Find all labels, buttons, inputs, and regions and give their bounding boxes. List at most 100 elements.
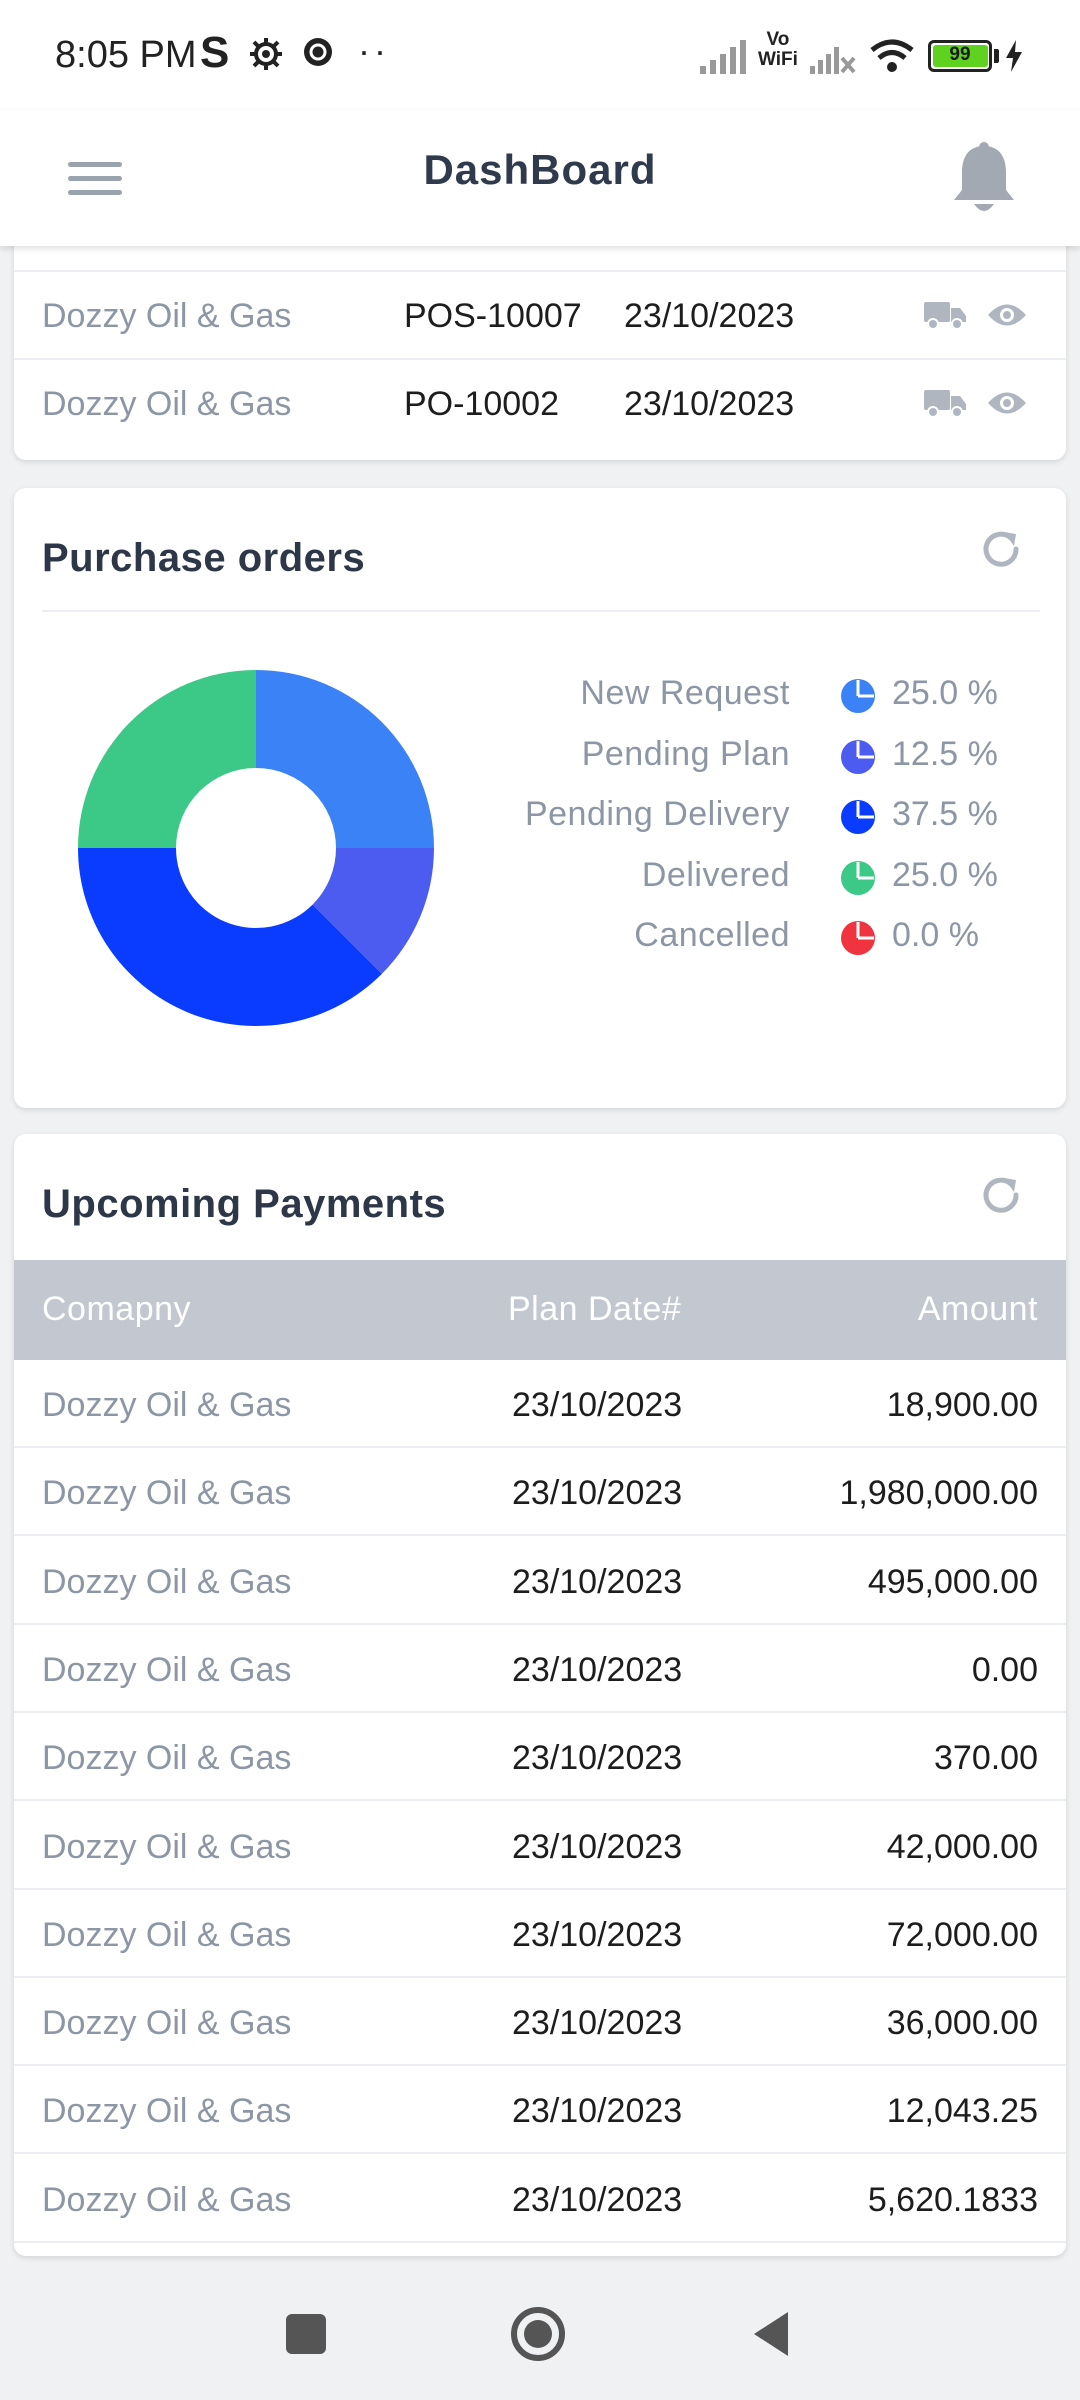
truck-icon[interactable]	[924, 388, 966, 418]
payment-amount: 18,900.00	[886, 1386, 1038, 1424]
column-header-plan-date[interactable]: Plan Date#	[508, 1290, 681, 1329]
payment-amount: 0.00	[971, 1650, 1038, 1689]
payment-plan-date: 23/10/2023	[512, 1650, 683, 1689]
truck-icon[interactable]	[924, 300, 966, 330]
table-header: Comapny Plan Date# Amount	[14, 1260, 1066, 1360]
payment-plan-date: 23/10/2023	[512, 1827, 683, 1866]
donut-slice-delivered[interactable]	[78, 670, 256, 848]
eye-icon[interactable]	[986, 300, 1028, 330]
legend-percent: 25.0 %	[892, 855, 998, 894]
payment-plan-date: 23/10/2023	[512, 2004, 683, 2043]
order-date: 23/10/2023	[624, 297, 795, 335]
purchase-orders-title: Purchase orders	[42, 536, 366, 580]
back-triangle-icon[interactable]	[742, 2304, 802, 2364]
vowifi-label-bottom: WiFi	[758, 49, 798, 70]
payment-company: Dozzy Oil & Gas	[42, 2092, 292, 2131]
payment-company: Dozzy Oil & Gas	[42, 1562, 292, 1601]
table-row[interactable]: Dozzy Oil & Gas 23/10/2023 42,000.00	[14, 1802, 1066, 1890]
more-notifications-dots: ··	[358, 30, 390, 71]
column-header-company[interactable]: Comapny	[42, 1290, 191, 1329]
table-row[interactable]: Dozzy Oil & Gas 23/10/2023 72,000.00	[14, 1890, 1066, 1978]
legend-label: Delivered	[641, 855, 790, 894]
payment-amount: 1,980,000.00	[839, 1474, 1038, 1513]
payment-company: Dozzy Oil & Gas	[42, 2004, 292, 2043]
battery-indicator: 99	[928, 40, 992, 72]
payment-plan-date: 23/10/2023	[512, 2180, 683, 2219]
eye-icon[interactable]	[986, 388, 1028, 418]
payment-company: Dozzy Oil & Gas	[42, 1827, 292, 1866]
table-row[interactable]: Dozzy Oil & Gas 23/10/2023 12,043.25	[14, 2066, 1066, 2155]
settings-gear-icon	[250, 38, 282, 70]
legend-label: Cancelled	[634, 916, 790, 954]
upcoming-payments-card: Upcoming Payments Comapny Plan Date# Amo…	[14, 1134, 1066, 2256]
charging-bolt-icon	[1006, 40, 1022, 72]
table-row[interactable]: Dozzy Oil & Gas 23/10/2023 18,900.00	[14, 1360, 1066, 1448]
s-app-icon: S	[200, 28, 230, 77]
status-bar: 8:05 PM S ·· Vo WiFi 99	[0, 0, 1080, 110]
legend-item: Pending Plan 12.5 %	[394, 731, 1014, 781]
payment-amount: 495,000.00	[867, 1562, 1038, 1601]
payment-company: Dozzy Oil & Gas	[42, 2180, 292, 2219]
signal-no-service-icon	[810, 47, 856, 74]
payment-company: Dozzy Oil & Gas	[42, 1650, 292, 1689]
payment-amount: 42,000.00	[886, 1827, 1038, 1866]
table-row[interactable]: Dozzy Oil & Gas 23/10/2023 1,980,000.00	[14, 1448, 1066, 1537]
column-header-amount[interactable]: Amount	[918, 1290, 1038, 1329]
order-number: PO-10002	[404, 385, 559, 423]
recents-square-icon[interactable]	[276, 2304, 336, 2364]
legend-item: Delivered 25.0 %	[394, 852, 1014, 902]
legend-label: Pending Plan	[581, 734, 790, 773]
table-row[interactable]: Dozzy Oil & Gas 23/10/2023 370.00	[14, 1713, 1066, 1802]
pie-chart-icon	[841, 860, 875, 895]
pie-chart-icon	[841, 921, 875, 955]
payment-company: Dozzy Oil & Gas	[42, 1915, 292, 1954]
table-row[interactable]: Dozzy Oil & Gas 23/10/2023 495,000.00	[14, 1537, 1066, 1625]
status-time: 8:05 PM	[55, 34, 197, 76]
table-row[interactable]: Dozzy Oil & Gas 23/10/2023 5,620.1833	[14, 2155, 1066, 2243]
order-number: POS-10007	[404, 297, 582, 335]
payment-plan-date: 23/10/2023	[512, 2092, 683, 2131]
payment-company: Dozzy Oil & Gas	[42, 1386, 292, 1424]
payment-plan-date: 23/10/2023	[512, 1386, 683, 1424]
payment-amount: 36,000.00	[886, 2004, 1038, 2043]
bell-icon[interactable]	[946, 138, 1022, 220]
cellular-signal-icon	[700, 40, 746, 74]
legend-item: New Request 25.0 %	[394, 670, 1014, 720]
payment-plan-date: 23/10/2023	[512, 1474, 683, 1513]
pie-chart-icon	[841, 739, 875, 774]
refresh-icon[interactable]	[976, 524, 1026, 574]
payment-plan-date: 23/10/2023	[512, 1562, 683, 1601]
upcoming-payments-title: Upcoming Payments	[42, 1182, 447, 1226]
pie-chart-icon	[841, 800, 875, 834]
vowifi-label: Vo WiFi	[758, 30, 798, 70]
payment-company: Dozzy Oil & Gas	[42, 1474, 292, 1513]
home-circle-icon[interactable]	[508, 2304, 568, 2364]
legend-percent: 25.0 %	[892, 674, 998, 712]
refresh-icon[interactable]	[976, 1170, 1026, 1220]
payment-amount: 72,000.00	[886, 1915, 1038, 1954]
pie-chart-icon	[841, 679, 875, 713]
system-navigation-bar	[0, 2268, 1080, 2400]
page-title: DashBoard	[423, 146, 657, 193]
legend-item: Cancelled 0.0 %	[394, 912, 1014, 962]
app-header: DashBoard	[0, 110, 1080, 246]
order-date: 23/10/2023	[624, 385, 795, 423]
order-row[interactable]: Dozzy Oil & Gas PO-10002 23/10/2023	[14, 358, 1066, 446]
order-company: Dozzy Oil & Gas	[42, 297, 292, 335]
order-row[interactable]: Dozzy Oil & Gas POS-10007 23/10/2023	[14, 270, 1066, 358]
purchase-orders-donut-chart	[78, 670, 434, 1027]
table-row[interactable]: Dozzy Oil & Gas 23/10/2023 36,000.00	[14, 1978, 1066, 2067]
payment-amount: 370.00	[934, 1739, 1038, 1778]
table-row[interactable]: Dozzy Oil & Gas 23/10/2023 0.00	[14, 1625, 1066, 1713]
card-divider	[42, 610, 1040, 612]
legend-percent: 37.5 %	[892, 795, 998, 833]
app-circle-icon	[304, 38, 332, 66]
order-company: Dozzy Oil & Gas	[42, 385, 292, 423]
payment-company: Dozzy Oil & Gas	[42, 1739, 292, 1778]
battery-cap	[994, 49, 999, 63]
payment-plan-date: 23/10/2023	[512, 1915, 683, 1954]
legend-percent: 0.0 %	[892, 916, 979, 954]
legend-percent: 12.5 %	[892, 734, 998, 773]
legend-label: Pending Delivery	[524, 795, 790, 833]
legend-item: Pending Delivery 37.5 %	[394, 791, 1014, 841]
